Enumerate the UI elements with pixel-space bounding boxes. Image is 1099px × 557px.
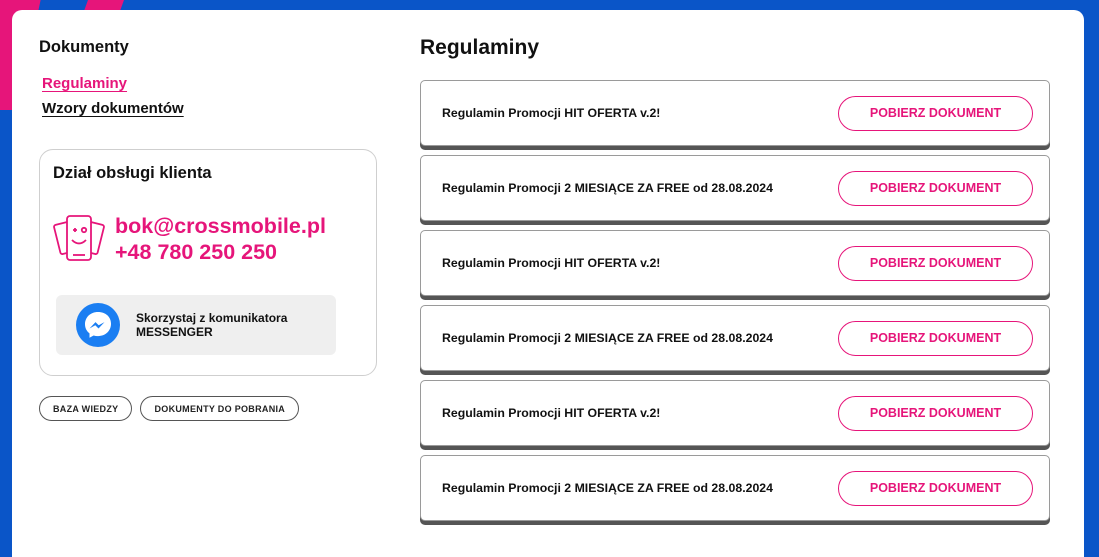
contact-lines: bok@crossmobile.pl +48 780 250 250 <box>115 213 326 265</box>
messenger-line-1: Skorzystaj z komunikatora <box>136 311 288 325</box>
nav-link-wzory-dokumentow[interactable]: Wzory dokumentów <box>42 100 379 117</box>
download-document-button[interactable]: POBIERZ DOKUMENT <box>838 95 1033 131</box>
download-document-button[interactable]: POBIERZ DOKUMENT <box>838 470 1033 506</box>
messenger-icon <box>76 303 120 347</box>
contact-email-link[interactable]: bok@crossmobile.pl <box>115 213 326 239</box>
nav-link-regulaminy[interactable]: Regulaminy <box>42 75 379 92</box>
sidebar: Dokumenty Regulaminy Wzory dokumentów Dz… <box>39 38 379 421</box>
messenger-button[interactable]: Skorzystaj z komunikatora MESSENGER <box>56 295 336 355</box>
document-name: Regulamin Promocji HIT OFERTA v.2! <box>442 106 661 120</box>
document-card: Regulamin Promocji 2 MIESIĄCE ZA FREE od… <box>420 305 1050 371</box>
customer-service-title: Dział obsługi klienta <box>53 164 212 182</box>
contact-phone-link[interactable]: +48 780 250 250 <box>115 239 326 265</box>
tag-baza-wiedzy[interactable]: BAZA WIEDZY <box>39 396 133 421</box>
document-name: Regulamin Promocji 2 MIESIĄCE ZA FREE od… <box>442 331 773 345</box>
document-card: Regulamin Promocji 2 MIESIĄCE ZA FREE od… <box>420 455 1050 521</box>
sidebar-title: Dokumenty <box>39 38 129 56</box>
page-title: Regulaminy <box>420 36 540 59</box>
document-card: Regulamin Promocji HIT OFERTA v.2! POBIE… <box>420 230 1050 296</box>
download-document-button[interactable]: POBIERZ DOKUMENT <box>838 170 1033 206</box>
document-card: Regulamin Promocji 2 MIESIĄCE ZA FREE od… <box>420 155 1050 221</box>
download-document-button[interactable]: POBIERZ DOKUMENT <box>838 320 1033 356</box>
document-card: Regulamin Promocji HIT OFERTA v.2! POBIE… <box>420 380 1050 446</box>
download-document-button[interactable]: POBIERZ DOKUMENT <box>838 395 1033 431</box>
document-name: Regulamin Promocji 2 MIESIĄCE ZA FREE od… <box>442 481 773 495</box>
tag-links: BAZA WIEDZY DOKUMENTY DO POBRANIA <box>39 396 379 421</box>
document-list: Regulamin Promocji HIT OFERTA v.2! POBIE… <box>420 80 1050 521</box>
document-name: Regulamin Promocji 2 MIESIĄCE ZA FREE od… <box>442 181 773 195</box>
messenger-text: Skorzystaj z komunikatora MESSENGER <box>136 311 287 339</box>
document-name: Regulamin Promocji HIT OFERTA v.2! <box>442 406 661 420</box>
customer-service-box: Dział obsługi klienta bok@crossmobile.pl… <box>39 149 377 376</box>
tag-dokumenty-do-pobrania[interactable]: DOKUMENTY DO POBRANIA <box>140 396 300 421</box>
document-nav: Regulaminy Wzory dokumentów <box>39 75 379 117</box>
phone-smile-icon <box>53 215 105 261</box>
main-content: Regulaminy Regulamin Promocji HIT OFERTA… <box>420 36 1050 521</box>
document-name: Regulamin Promocji HIT OFERTA v.2! <box>442 256 661 270</box>
download-document-button[interactable]: POBIERZ DOKUMENT <box>838 245 1033 281</box>
document-card: Regulamin Promocji HIT OFERTA v.2! POBIE… <box>420 80 1050 146</box>
messenger-line-2: MESSENGER <box>136 325 213 339</box>
contact-row: bok@crossmobile.pl +48 780 250 250 <box>53 213 363 265</box>
